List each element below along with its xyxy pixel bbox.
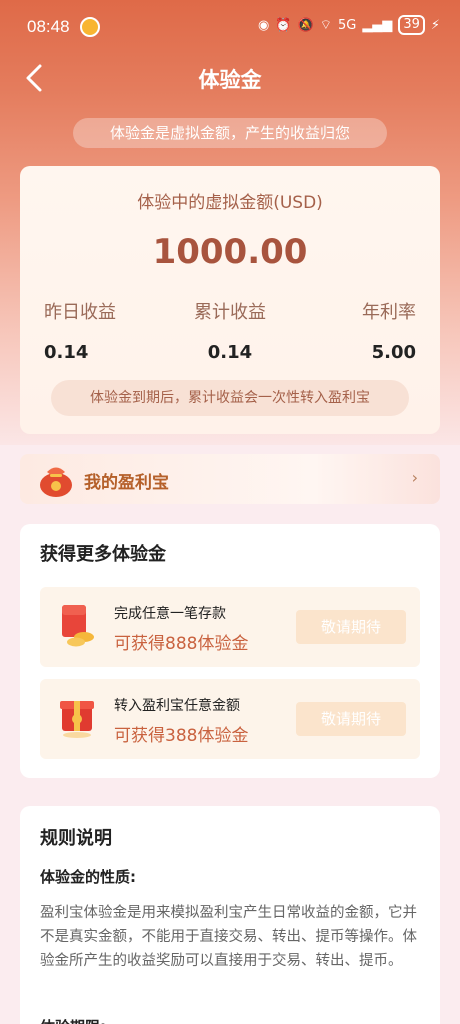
coming-soon-button[interactable]: 敬请期待 xyxy=(296,610,406,644)
task-item: 完成任意一笔存款 可获得888体验金 敬请期待 xyxy=(40,587,420,667)
task-reward: 可获得888体验金 xyxy=(114,634,249,654)
task-name: 完成任意一笔存款 xyxy=(114,606,226,622)
signal-icon: ▂▄▆ xyxy=(362,17,393,33)
coming-soon-button[interactable]: 敬请期待 xyxy=(296,702,406,736)
my-profit-link[interactable]: 我的盈利宝 › xyxy=(20,454,440,504)
stat-label: 年利率 xyxy=(362,302,416,323)
page-title: 体验金 xyxy=(198,68,262,92)
mute-icon: 🔕 xyxy=(297,17,314,33)
earn-more-card: 获得更多体验金 完成任意一笔存款 可获得888体验金 敬请期待 转入盈利宝任意金… xyxy=(20,524,440,778)
expiry-note: 体验金到期后，累计收益会一次性转入盈利宝 xyxy=(51,380,409,416)
nav-bar: 体验金 xyxy=(0,56,460,100)
status-time: 08:48 xyxy=(27,17,70,36)
stat-annual-rate: 年利率 5.00 xyxy=(276,298,416,363)
money-bag-icon xyxy=(40,467,72,497)
chevron-right-icon: › xyxy=(411,468,418,487)
alarm-icon: ⏰ xyxy=(275,17,292,33)
red-envelope-coins-icon xyxy=(62,605,94,647)
virtual-amount-card: 体验中的虚拟金额(USD) 1000.00 昨日收益 0.14 累计收益 0.1… xyxy=(20,166,440,434)
amount-value: 1000.00 xyxy=(152,232,308,272)
task-name: 转入盈利宝任意金额 xyxy=(114,698,240,714)
status-bar: 08:48 ◉ ⏰ 🔕 ⌔ 5G ▂▄▆ 39 ⚡ xyxy=(0,0,460,56)
task-reward: 可获得388体验金 xyxy=(114,726,249,746)
app-notification-icon xyxy=(80,17,100,37)
stat-value: 5.00 xyxy=(371,342,416,363)
network-label: 5G xyxy=(337,17,357,33)
amount-label: 体验中的虚拟金额(USD) xyxy=(137,193,323,213)
eye-icon: ◉ xyxy=(258,17,270,33)
my-profit-label: 我的盈利宝 xyxy=(84,473,169,493)
rules-section-title: 体验金的性质: xyxy=(40,868,136,886)
battery-level: 39 xyxy=(398,15,425,35)
status-icons: ◉ ⏰ 🔕 ⌔ 5G ▂▄▆ 39 ⚡ xyxy=(258,15,440,35)
red-gift-box-icon xyxy=(60,701,94,738)
rules-section-text: 盈利宝体验金是用来模拟盈利宝产生日常收益的金额，它并不是真实金额，不能用于直接交… xyxy=(40,905,417,969)
rules-card: 规则说明 体验金的性质: 盈利宝体验金是用来模拟盈利宝产生日常收益的金额，它并不… xyxy=(20,806,440,1024)
notice-banner: 体验金是虚拟金额，产生的收益归您 xyxy=(73,118,387,148)
task-item: 转入盈利宝任意金额 可获得388体验金 敬请期待 xyxy=(40,679,420,759)
rules-section-title: 体验期限: xyxy=(40,1016,106,1024)
wifi-icon: ⌔ xyxy=(319,18,332,33)
charging-icon: ⚡ xyxy=(430,17,440,33)
rules-title: 规则说明 xyxy=(40,828,112,849)
earn-more-title: 获得更多体验金 xyxy=(40,544,166,565)
